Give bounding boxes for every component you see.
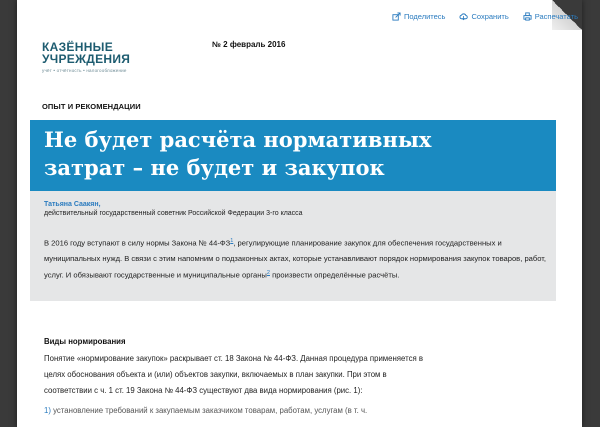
- article-title-band: Не будет расчёта нормативных затрат – не…: [30, 120, 556, 191]
- save-button[interactable]: Сохранить: [459, 12, 509, 21]
- article-title-line-1: Не будет расчёта нормативных: [44, 127, 432, 152]
- logo-line-2: УЧРЕЖДЕНИЯ: [42, 52, 131, 66]
- author-name[interactable]: Татьяна Саакян,: [44, 201, 101, 208]
- article-title: Не будет расчёта нормативных затрат – не…: [44, 126, 431, 182]
- lead-text-3: произвести определённые расчёты.: [269, 270, 400, 280]
- magazine-logo: КАЗЁННЫЕ УЧРЕЖДЕНИЯ учёт • отчётность • …: [42, 41, 130, 73]
- issue-number: № 2 февраль 2016: [212, 40, 286, 49]
- save-cloud-icon: [459, 13, 469, 21]
- document-page: Поделитесь Сохранить Распечатать КАЗЁННЫ…: [17, 0, 582, 427]
- print-icon: [523, 12, 532, 21]
- print-label: Распечатать: [534, 12, 579, 21]
- article-lead-panel: Татьяна Саакян, действительный государст…: [30, 191, 556, 301]
- article-body: Виды нормирования Понятие «нормирование …: [44, 334, 424, 419]
- share-button[interactable]: Поделитесь: [392, 12, 445, 21]
- body-paragraph: Понятие «нормирование закупок» раскрывае…: [44, 354, 424, 395]
- article-title-line-2: затрат – не будет и закупок: [44, 155, 385, 180]
- logo-tagline: учёт • отчётность • налогообложение: [42, 68, 127, 73]
- article-toolbar: Поделитесь Сохранить Распечатать: [392, 12, 578, 21]
- print-button[interactable]: Распечатать: [523, 12, 578, 21]
- list-item-text: установление требований к закупаемым зак…: [50, 406, 368, 415]
- article-lead: В 2016 году вступают в силу нормы Закона…: [44, 234, 554, 282]
- list-item-cut: 1) установление требований к закупаемым …: [44, 403, 424, 419]
- subheading: Виды нормирования: [44, 337, 126, 346]
- save-label: Сохранить: [471, 12, 509, 21]
- section-heading: ОПЫТ И РЕКОМЕНДАЦИИ: [42, 102, 141, 111]
- lead-text-1: В 2016 году вступают в силу нормы Закона…: [44, 238, 231, 248]
- share-label: Поделитесь: [404, 12, 446, 21]
- share-icon: [392, 12, 401, 21]
- author-title: действительный государственный советник …: [44, 210, 303, 217]
- list-item-number: 1): [44, 406, 51, 415]
